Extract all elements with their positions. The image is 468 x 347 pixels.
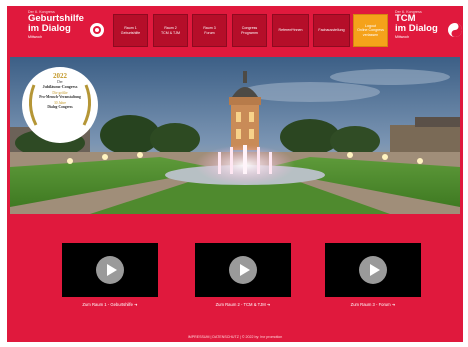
brand-right-title-2: im Dialog [395,23,438,34]
video-raum-1[interactable] [62,243,158,297]
nav-raum-2[interactable]: Raum 2 TCM & TJM [153,14,188,47]
nav-fachausstellung[interactable]: Fachausstellung [313,14,350,47]
nav-fachausstellung-label: Fachausstellung [318,28,345,33]
brand-left-tagline: Der 6. Kongress [28,10,55,14]
brand-right[interactable]: Der 6. Kongress TCM im Dialog Mittwoch [395,10,438,39]
video-raum-3[interactable] [325,243,421,297]
badge-line2: Jubiläums-Congress [42,84,78,89]
footer-links[interactable]: IMPRESSUM | DATENSCHUTZ | © 2022 by: hvr… [7,335,463,339]
yin-yang-logo-icon [448,23,462,37]
play-icon[interactable] [96,256,124,284]
nav-referenten[interactable]: Referent*innen [272,14,309,47]
badge-year: 2022 [53,72,67,80]
nav-congress-programm[interactable]: Congress Programm [232,14,267,47]
nav-raum-1[interactable]: Raum 1 Geburtshilfe [113,14,148,47]
badge-line6: Dialog-Congress [47,105,73,109]
nav-raum-2-line2: TCM & TJM [160,30,181,35]
link-raum-1[interactable]: Zum Raum 1 - Geburtshilfe ➜ [55,302,165,307]
nav-raum-3[interactable]: Raum 3 Forum [192,14,227,47]
badge-line4: Pro-Mensch-Veranstaltung [39,95,81,99]
brand-left-subtitle: Mittwoch [28,35,43,39]
brand-left[interactable]: Der 6. Kongress Geburtshilfe im Dialog M… [28,10,84,39]
nav-referenten-label: Referent*innen [278,28,303,33]
play-icon[interactable] [359,256,387,284]
page: Der 6. Kongress Geburtshilfe im Dialog M… [7,6,463,342]
nav-logout[interactable]: Logout Online Congress verlassen [353,14,388,47]
link-raum-2[interactable]: Zum Raum 2 - TCM & TJM ➜ [188,302,298,307]
nav-raum-3-line2: Forum [204,30,215,35]
video-raum-2[interactable] [195,243,291,297]
brand-left-title-2: im Dialog [28,23,71,34]
brand-right-tagline: Der 6. Kongress [395,10,422,14]
badge-text: 2022 Der Jubiläums-Congress Die größte P… [20,65,100,109]
nav-raum-1-line2: Geburtshilfe [120,30,141,35]
nav-logout-line2: Online Congress verlassen [357,28,384,37]
hero-image: 2022 Der Jubiläums-Congress Die größte P… [10,57,460,214]
baby-logo-icon [90,23,104,37]
nav-congress-line2: Programm [241,30,258,35]
brand-right-subtitle: Mittwoch [395,35,410,39]
link-raum-3[interactable]: Zum Raum 3 - Forum ➜ [318,302,428,307]
play-icon[interactable] [229,256,257,284]
